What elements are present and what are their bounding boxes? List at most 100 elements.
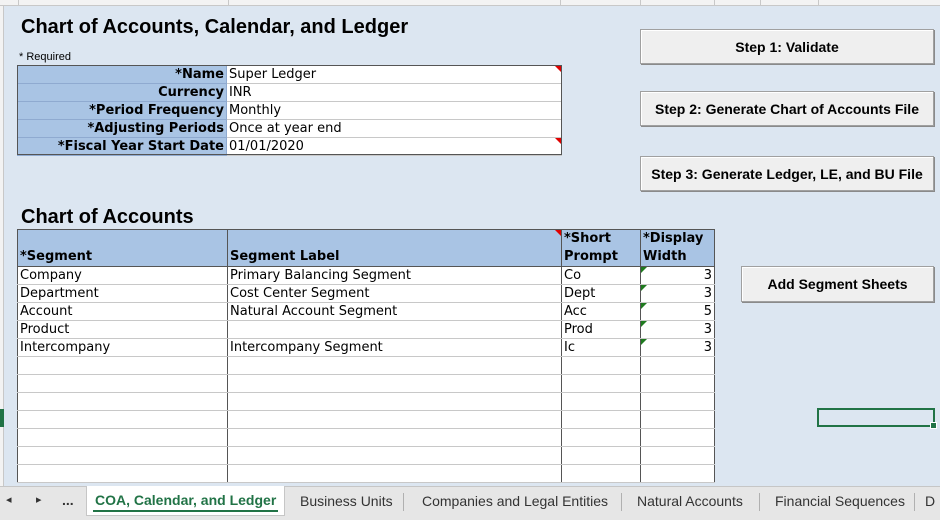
comment-indicator-icon xyxy=(555,230,561,236)
cell-value: Prod xyxy=(564,322,593,337)
cell-short-prompt[interactable] xyxy=(561,446,641,465)
cell-display-width[interactable] xyxy=(640,410,715,429)
section-title: Chart of Accounts xyxy=(21,206,194,228)
column-header-strip xyxy=(0,0,940,6)
column-header-display-width[interactable]: *Display Width xyxy=(640,229,715,267)
tab-coa-calendar-ledger[interactable]: COA, Calendar, and Ledger xyxy=(86,486,286,516)
cell-value: Dept xyxy=(564,286,596,301)
cell-display-width[interactable] xyxy=(640,464,715,483)
cell-segment-label[interactable] xyxy=(227,320,562,339)
cell-short-prompt[interactable] xyxy=(561,356,641,375)
tab-separator xyxy=(403,493,404,511)
cell-segment-label[interactable] xyxy=(227,392,562,411)
cell-segment-label[interactable] xyxy=(227,374,562,393)
cell-value: Acc xyxy=(564,304,587,319)
cell-segment[interactable] xyxy=(17,428,228,447)
tab-financial-sequences[interactable]: Financial Sequences xyxy=(767,487,913,515)
tab-natural-accounts[interactable]: Natural Accounts xyxy=(629,487,751,515)
cell-segment-label[interactable]: Primary Balancing Segment xyxy=(227,266,562,285)
error-indicator-icon xyxy=(641,285,647,291)
name-field[interactable]: Super Ledger xyxy=(226,65,562,84)
form-row: *Period Frequency Monthly xyxy=(17,101,562,120)
cell-value: Intercompany xyxy=(20,340,111,355)
cell-display-width[interactable] xyxy=(640,374,715,393)
generate-ledger-button[interactable]: Step 3: Generate Ledger, LE, and BU File xyxy=(640,156,934,191)
active-cell-selection[interactable] xyxy=(817,408,937,429)
cell-short-prompt[interactable]: Co xyxy=(561,266,641,285)
scroll-right-icon[interactable]: ▸ xyxy=(36,493,42,506)
add-segment-sheets-button[interactable]: Add Segment Sheets xyxy=(741,266,934,302)
tab-companies-legal-entities[interactable]: Companies and Legal Entities xyxy=(414,487,616,515)
cell-segment[interactable]: Company xyxy=(17,266,228,285)
cell-display-width[interactable]: 5 xyxy=(640,302,715,321)
table-header-row: *Segment Segment Label *Short Prompt *Di… xyxy=(17,229,715,267)
cell-display-width[interactable] xyxy=(640,446,715,465)
tab-business-units[interactable]: Business Units xyxy=(292,487,401,515)
sheet-tab-bar: ◂ ▸ ... COA, Calendar, and Ledger Busine… xyxy=(0,486,940,520)
column-header-segment-label[interactable]: Segment Label xyxy=(227,229,562,267)
cell-segment-label[interactable]: Intercompany Segment xyxy=(227,338,562,357)
cell-value: Cost Center Segment xyxy=(230,286,370,301)
cell-value: Company xyxy=(20,268,82,283)
column-separator xyxy=(818,0,819,6)
fiscal-year-start-field[interactable]: 01/01/2020 xyxy=(226,137,562,156)
cell-segment[interactable] xyxy=(17,464,228,483)
cell-short-prompt[interactable] xyxy=(561,374,641,393)
cell-segment-label[interactable]: Cost Center Segment xyxy=(227,284,562,303)
cell-short-prompt[interactable]: Prod xyxy=(561,320,641,339)
cell-display-width[interactable] xyxy=(640,392,715,411)
cell-segment-label[interactable]: Natural Account Segment xyxy=(227,302,562,321)
tab-overflow[interactable]: D xyxy=(921,487,939,515)
scroll-left-icon[interactable]: ◂ xyxy=(6,493,12,506)
column-separator xyxy=(560,0,561,6)
validate-button[interactable]: Step 1: Validate xyxy=(640,29,934,64)
cell-segment[interactable] xyxy=(17,446,228,465)
cell-segment[interactable]: Department xyxy=(17,284,228,303)
table-row xyxy=(17,464,715,483)
cell-segment[interactable] xyxy=(17,374,228,393)
cell-segment[interactable]: Intercompany xyxy=(17,338,228,357)
cell-segment-label[interactable] xyxy=(227,464,562,483)
column-header-short-prompt[interactable]: *Short Prompt xyxy=(561,229,641,267)
cell-segment[interactable] xyxy=(17,356,228,375)
cell-value: 5 xyxy=(703,304,712,319)
adjusting-periods-field[interactable]: Once at year end xyxy=(226,119,562,138)
field-value: Once at year end xyxy=(229,121,342,136)
cell-display-width[interactable]: 3 xyxy=(640,338,715,357)
error-indicator-icon xyxy=(641,303,647,309)
cell-display-width[interactable] xyxy=(640,428,715,447)
cell-short-prompt[interactable] xyxy=(561,428,641,447)
cell-segment[interactable]: Account xyxy=(17,302,228,321)
cell-short-prompt[interactable] xyxy=(561,392,641,411)
cell-display-width[interactable]: 3 xyxy=(640,320,715,339)
cell-short-prompt[interactable] xyxy=(561,464,641,483)
page-title: Chart of Accounts, Calendar, and Ledger xyxy=(21,16,409,38)
cell-segment-label[interactable] xyxy=(227,410,562,429)
cell-short-prompt[interactable]: Dept xyxy=(561,284,641,303)
cell-value: Natural Account Segment xyxy=(230,304,398,319)
header-label: *Short Prompt xyxy=(564,231,618,264)
required-note: * Required xyxy=(19,51,71,63)
generate-coa-button[interactable]: Step 2: Generate Chart of Accounts File xyxy=(640,91,934,126)
cell-short-prompt[interactable]: Ic xyxy=(561,338,641,357)
tab-separator xyxy=(621,493,622,511)
cell-segment[interactable]: Product xyxy=(17,320,228,339)
column-header-segment[interactable]: *Segment xyxy=(17,229,228,267)
cell-display-width[interactable]: 3 xyxy=(640,284,715,303)
cell-segment[interactable] xyxy=(17,410,228,429)
cell-segment[interactable] xyxy=(17,392,228,411)
currency-field[interactable]: INR xyxy=(226,83,562,102)
cell-value: 3 xyxy=(703,322,712,337)
more-sheets-button[interactable]: ... xyxy=(62,492,74,508)
cell-segment-label[interactable] xyxy=(227,356,562,375)
cell-segment-label[interactable] xyxy=(227,446,562,465)
cell-display-width[interactable] xyxy=(640,356,715,375)
period-frequency-field[interactable]: Monthly xyxy=(226,101,562,120)
cell-segment-label[interactable] xyxy=(227,428,562,447)
active-row-marker xyxy=(0,409,4,427)
cell-short-prompt[interactable]: Acc xyxy=(561,302,641,321)
form-label: Currency xyxy=(17,83,227,102)
cell-short-prompt[interactable] xyxy=(561,410,641,429)
cell-display-width[interactable]: 3 xyxy=(640,266,715,285)
table-row: Company Primary Balancing Segment Co 3 xyxy=(17,266,715,285)
